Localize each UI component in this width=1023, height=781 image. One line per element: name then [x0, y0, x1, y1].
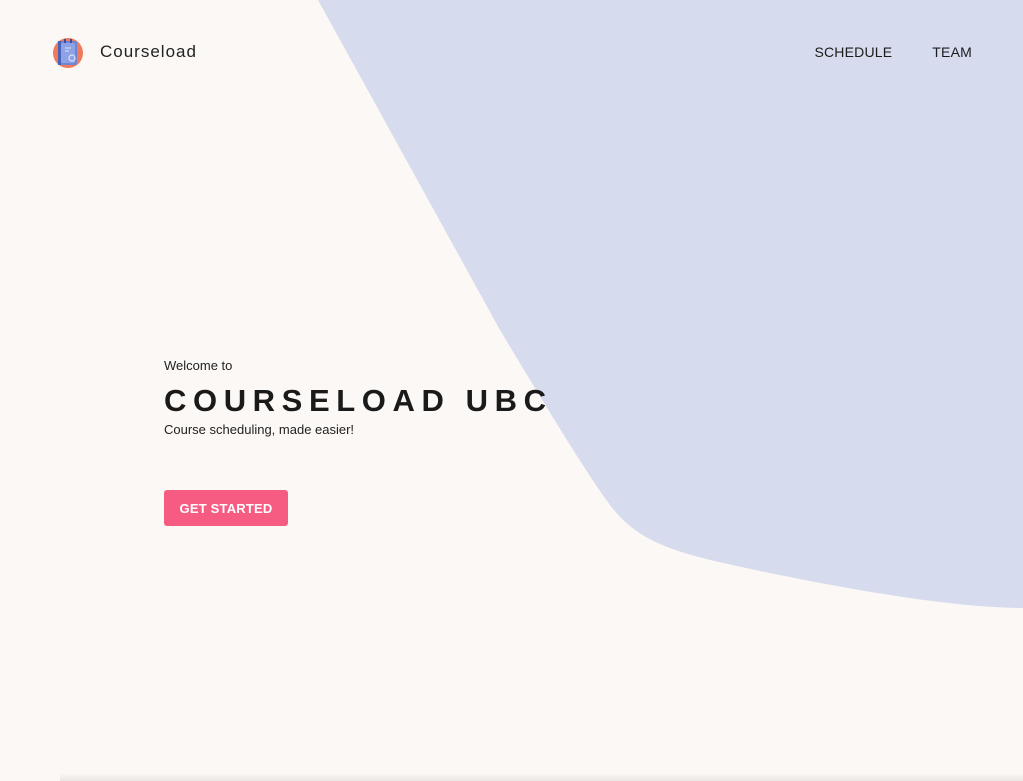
get-started-button[interactable]: GET STARTED — [164, 490, 288, 526]
landing-page: Courseload SCHEDULE TEAM Welcome to COUR… — [0, 0, 1023, 781]
hero-kicker: Welcome to — [164, 358, 233, 373]
nav-link-team[interactable]: TEAM — [932, 44, 972, 60]
hero-section: Welcome to COURSELOAD UBC Course schedul… — [164, 357, 644, 439]
main-nav: SCHEDULE TEAM — [814, 44, 972, 60]
notebook-icon — [53, 38, 83, 68]
brand-home-link[interactable]: Courseload — [52, 36, 197, 68]
hero-tagline: Course scheduling, made easier! — [164, 422, 355, 437]
brand-name: Courseload — [100, 42, 197, 61]
nav-link-schedule[interactable]: SCHEDULE — [814, 44, 892, 60]
bottom-shadow — [60, 773, 1023, 781]
site-header: Courseload SCHEDULE TEAM — [0, 0, 1023, 104]
hero-title: COURSELOAD UBC — [164, 383, 553, 418]
